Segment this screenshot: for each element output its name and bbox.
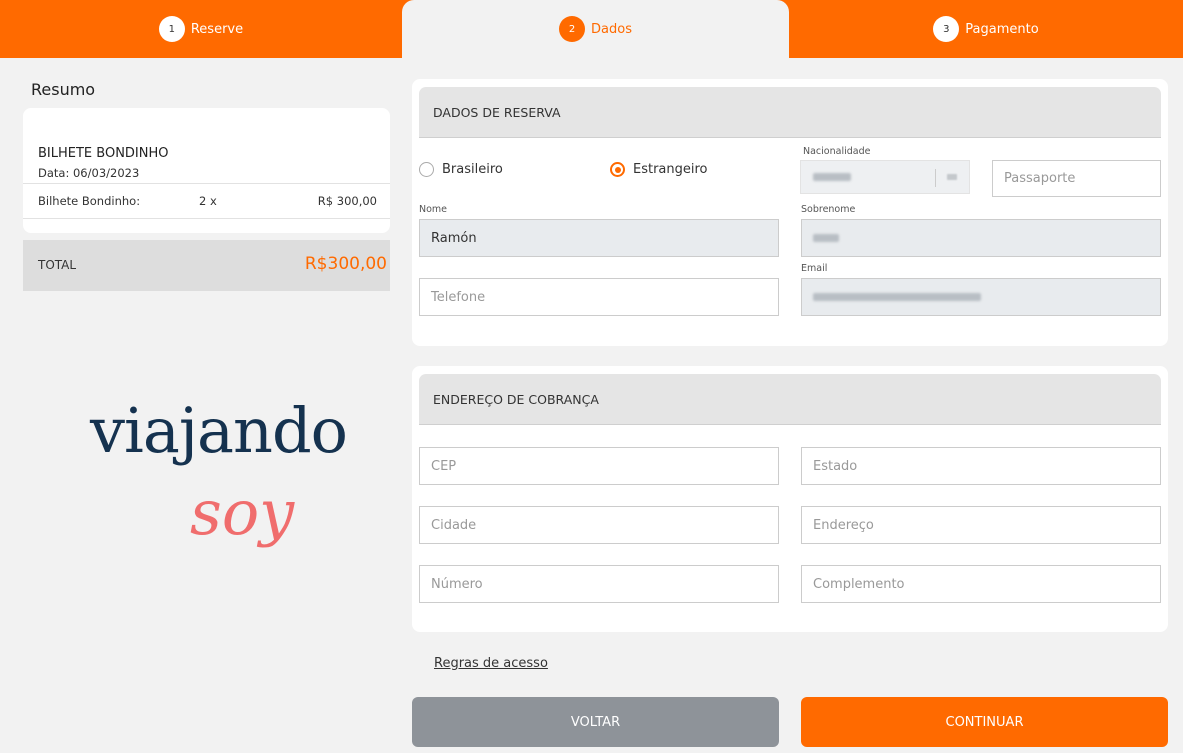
redacted-value — [813, 234, 839, 242]
numero-field[interactable]: Número — [419, 565, 779, 603]
email-label: Email — [801, 263, 828, 274]
nome-label: Nome — [419, 204, 448, 215]
redacted-value — [813, 173, 851, 181]
divider — [23, 218, 390, 219]
summary-title: Resumo — [31, 80, 96, 99]
email-field[interactable] — [801, 278, 1161, 316]
redacted-value — [813, 293, 981, 301]
back-button[interactable]: VOLTAR — [412, 697, 779, 747]
checkout-stepper: 1 Reserve 2 Dados 3 Pagamento — [0, 0, 1183, 58]
radio-estrangeiro[interactable]: Estrangeiro — [610, 162, 708, 177]
logo-text-viajando: viajando — [90, 394, 348, 467]
total-box: TOTAL R$300,00 — [23, 240, 390, 291]
radio-brasileiro[interactable]: Brasileiro — [419, 162, 503, 177]
panel-header: ENDEREÇO DE COBRANÇA — [419, 374, 1161, 425]
passport-field[interactable]: Passaporte — [992, 160, 1161, 197]
step-number: 3 — [933, 16, 960, 42]
step-label: Pagamento — [965, 21, 1039, 37]
line-item-price: R$ 300,00 — [317, 194, 377, 208]
summary-card: BILHETE BONDINHO Data: 06/03/2023 Bilhet… — [23, 108, 390, 233]
panel-header: DADOS DE RESERVA — [419, 87, 1161, 138]
radio-label: Estrangeiro — [633, 162, 708, 177]
item-name: BILHETE BONDINHO — [38, 146, 169, 161]
sobrenome-label: Sobrenome — [801, 204, 856, 215]
step-label: Dados — [591, 21, 632, 37]
nationality-select[interactable] — [800, 160, 970, 194]
total-label: TOTAL — [38, 258, 77, 272]
step-pagamento[interactable]: 3 Pagamento — [789, 0, 1183, 58]
booking-data-panel: DADOS DE RESERVA Brasileiro Estrangeiro … — [412, 79, 1168, 346]
access-rules-link[interactable]: Regras de acesso — [434, 656, 548, 671]
endereco-field[interactable]: Endereço — [801, 506, 1161, 544]
complemento-field[interactable]: Complemento — [801, 565, 1161, 603]
chevron-down-icon — [947, 174, 957, 180]
cidade-field[interactable]: Cidade — [419, 506, 779, 544]
radio-circle-icon — [419, 162, 434, 177]
billing-address-panel: ENDEREÇO DE COBRANÇA CEP Estado Cidade E… — [412, 366, 1168, 632]
line-item-label: Bilhete Bondinho: — [38, 194, 141, 208]
logo-text-soy: soy — [190, 476, 295, 549]
total-value: R$300,00 — [304, 254, 387, 274]
step-reserve[interactable]: 1 Reserve — [0, 0, 402, 58]
nationality-label: Nacionalidade — [803, 146, 871, 157]
continue-button[interactable]: CONTINUAR — [801, 697, 1168, 747]
cep-field[interactable]: CEP — [419, 447, 779, 485]
brand-logo: viajando soy — [90, 400, 350, 590]
nome-field[interactable]: Ramón — [419, 219, 779, 257]
divider — [23, 183, 390, 184]
telefone-field[interactable]: Telefone — [419, 278, 779, 316]
estado-field[interactable]: Estado — [801, 447, 1161, 485]
radio-label: Brasileiro — [442, 162, 503, 177]
step-number: 1 — [158, 16, 185, 42]
step-label: Reserve — [190, 21, 244, 37]
step-number: 2 — [559, 16, 586, 42]
radio-circle-checked-icon — [610, 162, 625, 177]
line-item-quantity: 2 x — [199, 194, 217, 208]
select-separator — [935, 169, 936, 187]
sobrenome-field[interactable] — [801, 219, 1161, 257]
step-dados-active[interactable]: 2 Dados — [402, 0, 789, 58]
item-date: Data: 06/03/2023 — [38, 166, 140, 180]
